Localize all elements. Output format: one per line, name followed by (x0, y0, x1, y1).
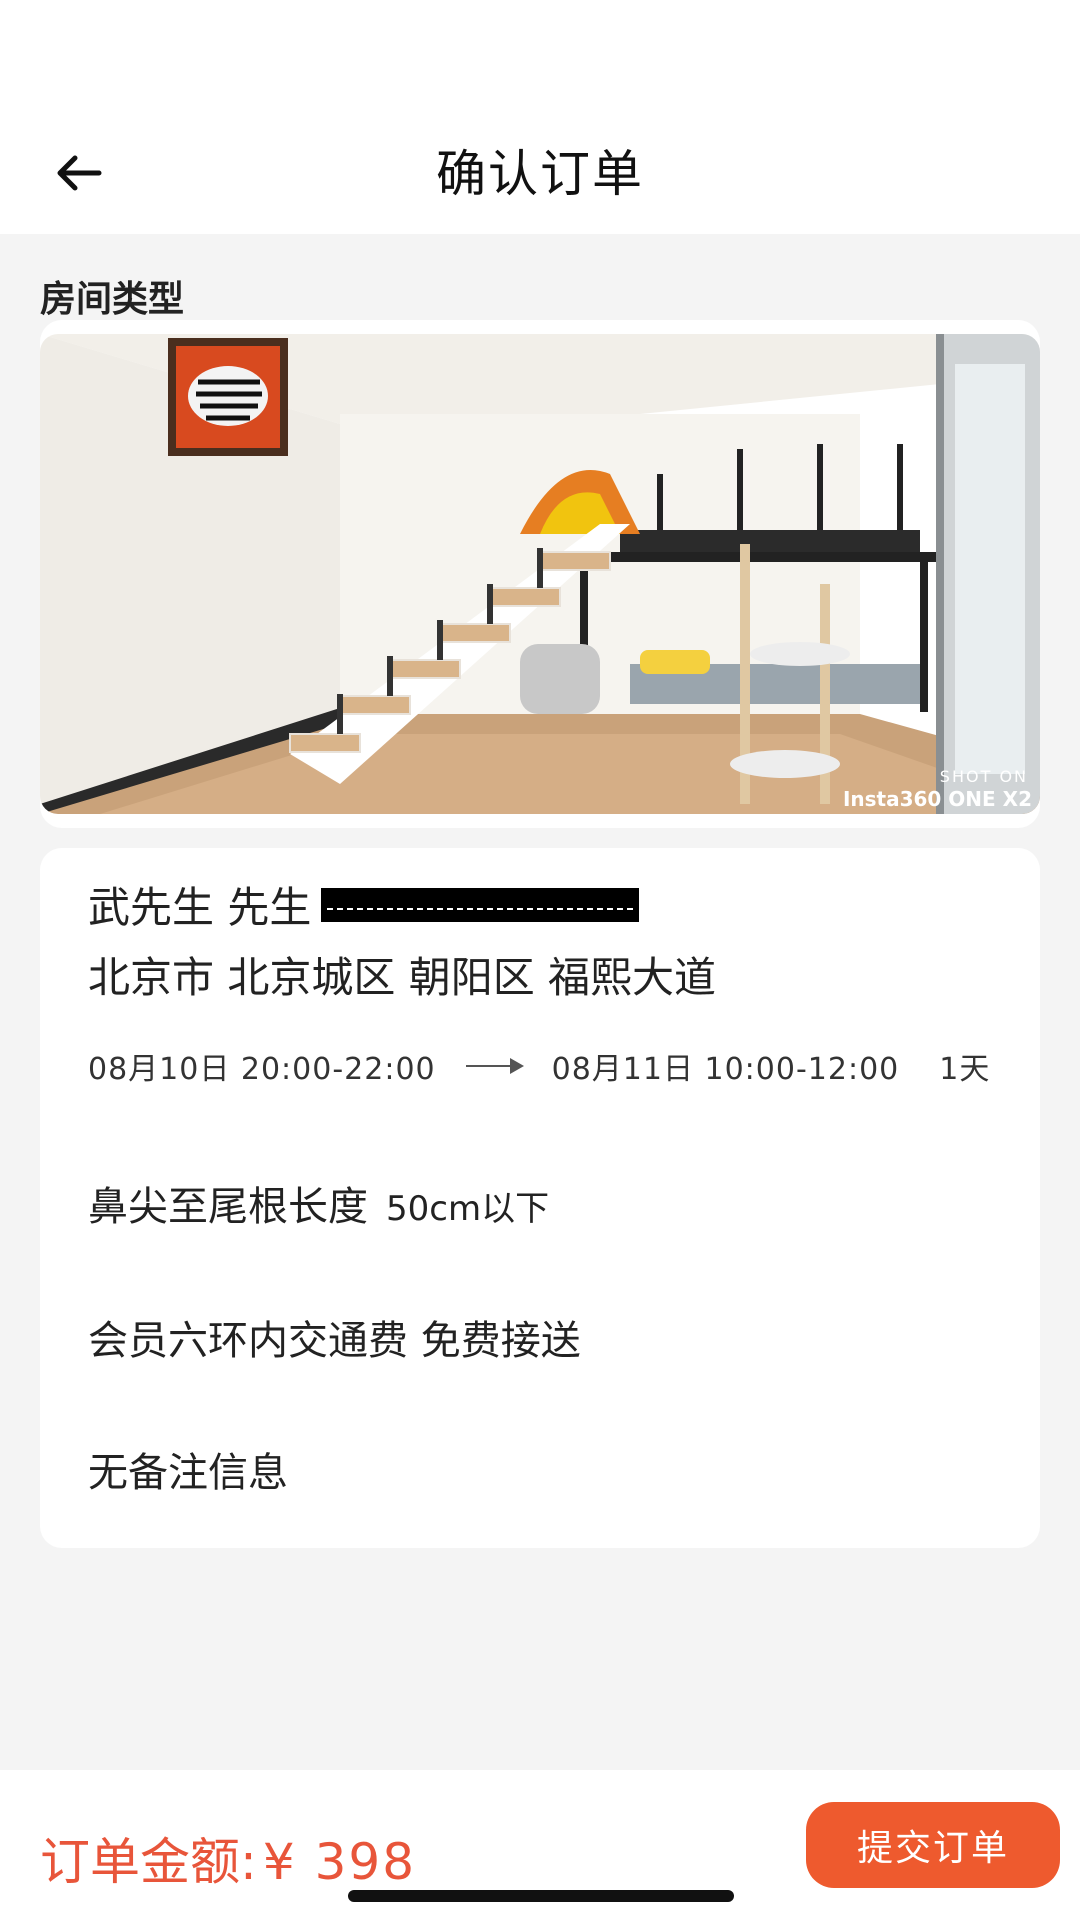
pet-size-row: 鼻尖至尾根长度 50cm以下 (88, 1174, 549, 1232)
room-photo: SHOT ON Insta360 ONE X2 (40, 334, 1040, 814)
watermark-shot-on: SHOT ON (940, 767, 1028, 786)
watermark-camera: Insta360 ONE X2 (843, 787, 1032, 811)
nav-bar: 确认订单 (0, 110, 1080, 234)
order-info-card: 武先生 先生 北京市 北京城区 朝阳区 福熙大道 08月10日 20:00-22… (40, 848, 1040, 1548)
confirm-order-screen: 确认订单 房间类型 SHOT ON Insta360 ONE X2 武先生 先生… (0, 0, 1080, 1920)
redacted-phone (321, 887, 640, 922)
bottom-bar: 订单金额: ¥ 398 提交订单 (0, 1770, 1080, 1920)
pet-size-label: 鼻尖至尾根长度 (88, 1184, 368, 1230)
transport-info: 会员六环内交通费 免费接送 (88, 1318, 581, 1364)
order-total: 订单金额: ¥ 398 (40, 1822, 416, 1894)
status-bar (0, 0, 1080, 110)
end-time: 08月11日 10:00-12:00 (551, 1052, 900, 1087)
submit-order-button[interactable]: 提交订单 (806, 1802, 1060, 1888)
total-amount: ¥ 398 (262, 1833, 416, 1891)
room-photo-illustration: SHOT ON Insta360 ONE X2 (40, 334, 1040, 814)
customer-name-row: 武先生 先生 (88, 874, 640, 935)
room-type-label: 房间类型 (40, 279, 185, 320)
address: 北京市 北京城区 朝阳区 福熙大道 (88, 953, 717, 1002)
customer-name: 武先生 先生 (88, 883, 312, 932)
home-indicator (348, 1890, 734, 1902)
arrow-right-icon (465, 1058, 524, 1074)
room-card: SHOT ON Insta360 ONE X2 (40, 320, 1040, 828)
start-time: 08月10日 20:00-22:00 (88, 1052, 436, 1087)
time-range-row: 08月10日 20:00-22:00 08月11日 10:00-12:00 1天 (88, 1044, 990, 1088)
order-note: 无备注信息 (88, 1450, 288, 1496)
page-title: 确认订单 (436, 145, 644, 203)
duration: 1天 (939, 1052, 991, 1087)
total-label: 订单金额: (40, 1833, 257, 1891)
pet-size-value: 50cm以下 (386, 1189, 550, 1229)
